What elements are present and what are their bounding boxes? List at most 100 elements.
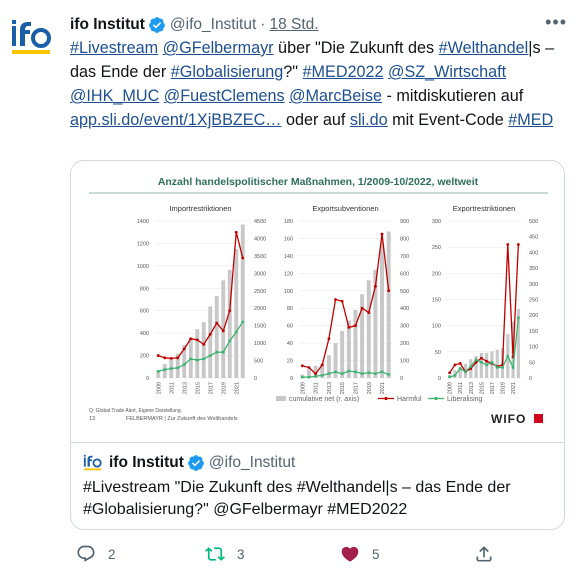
bar-cumulative [227,269,232,378]
reply-button[interactable]: 2 [76,544,116,564]
bar-cumulative [340,330,345,378]
point-harmful [314,372,318,376]
point-liberalising [156,369,160,373]
right-tick-label: 200 [400,341,409,347]
ifo-logo-icon [12,20,51,54]
right-tick-label: 700 [400,254,409,260]
point-liberalising [458,367,462,370]
tweet-link[interactable]: @FuestClemens [164,87,285,105]
point-harmful [215,321,219,325]
share-button[interactable] [474,544,494,564]
point-harmful [327,337,331,341]
left-tick-label: 100 [432,324,441,330]
like-button[interactable]: 5 [340,544,380,564]
point-harmful [453,363,457,367]
tweet-link[interactable]: #Globalisierung [171,63,283,81]
avatar[interactable] [10,16,54,60]
chart-image[interactable]: Anzahl handelspolitischer Maßnahmen, 1/2… [71,161,565,441]
heart-icon [341,546,359,562]
left-tick-label: 100 [284,289,293,295]
x-tick-label: 2019 [221,382,227,394]
legend-label: Liberalising [447,396,483,403]
point-liberalising [495,366,499,369]
point-harmful [202,342,206,346]
left-tick-label: 150 [432,298,441,304]
right-tick-label: 4500 [254,219,266,225]
right-tick-label: 500 [400,289,409,295]
point-liberalising [176,366,180,370]
point-liberalising [340,372,344,376]
left-tick-label: 160 [284,236,293,242]
tweet-link[interactable]: @SZ_Wirtschaft [388,63,506,81]
tweet-text-segment: ?" [283,63,303,81]
point-liberalising [360,372,364,376]
point-liberalising [195,358,199,362]
left-tick-label: 0 [438,376,441,382]
tweet-link[interactable]: app.sli.do/event/1XjBBZEC… [70,111,281,129]
author-name[interactable]: ifo Institut [70,16,145,34]
panel-subtitle: Importrestriktionen [169,204,231,213]
quote-text: #Livestream "Die Zukunft des #Welthandel… [83,479,511,518]
reply-count: 2 [108,546,116,562]
x-tick-label: 2011 [314,382,320,394]
point-liberalising [163,368,167,371]
action-bar: 2 3 5 [70,544,550,568]
tweet-link[interactable]: @IHK_MUC [70,87,159,105]
right-tick-label: 2000 [254,306,266,312]
left-tick-label: 400 [140,331,149,337]
more-options-icon[interactable]: ••• [545,12,567,33]
author-handle[interactable]: @ifo_Institut [170,16,256,34]
right-tick-label: 50 [529,360,535,366]
tweet-link[interactable]: @MarcBeise [289,87,382,105]
media-card[interactable]: Anzahl handelspolitischer Maßnahmen, 1/2… [70,160,565,530]
bar-cumulative [366,280,371,378]
point-liberalising [516,316,520,320]
separator-dot: · [260,16,266,33]
retweet-button[interactable]: 3 [205,544,245,564]
bar-cumulative [240,224,245,378]
x-tick-label: 2013 [469,382,475,394]
point-harmful [367,311,371,314]
like-count: 5 [372,546,380,562]
left-tick-label: 250 [432,245,441,251]
verified-badge-icon [188,455,204,471]
tweet-time[interactable]: 18 Std. [269,16,318,34]
tweet-text-segment: - mitdiskutieren auf [382,87,524,105]
tweet-link[interactable]: #MED2022 [303,63,384,81]
point-harmful [506,243,510,246]
point-harmful [163,356,167,360]
point-harmful [228,309,232,313]
right-tick-label: 2500 [254,289,266,295]
tweet-link[interactable]: @GFelbermayr [163,39,274,57]
left-tick-label: 60 [287,324,293,330]
bar-cumulative [201,322,206,378]
point-harmful [458,361,462,365]
point-harmful [320,363,324,367]
point-liberalising [320,373,324,377]
point-liberalising [215,350,219,354]
tweet-link[interactable]: #MED [508,111,553,129]
tweet-link[interactable]: #Welthandel [439,39,529,57]
point-harmful [189,337,193,341]
point-liberalising [511,366,515,369]
point-liberalising [448,375,452,379]
point-harmful [208,332,212,336]
bar-cumulative [162,364,167,378]
tweet-link[interactable]: sli.do [350,111,388,129]
left-tick-label: 0 [290,376,293,382]
right-tick-label: 900 [400,219,409,225]
quoted-tweet[interactable]: ifo Institut @ifo_Institut #Livestream "… [71,442,564,529]
retweet-icon [205,547,225,561]
x-tick-label: 2011 [458,382,464,394]
ifo-logo-small-icon [83,454,102,471]
x-tick-label: 2019 [367,382,373,394]
point-liberalising [354,370,357,374]
x-tick-label: 2021 [234,382,240,394]
legend-label: Harmful [397,396,422,403]
point-liberalising [387,373,391,376]
point-harmful [307,366,311,369]
point-liberalising [485,363,489,367]
point-liberalising [300,375,304,379]
left-tick-label: 200 [140,354,149,360]
tweet-link[interactable]: #Livestream [70,39,158,57]
